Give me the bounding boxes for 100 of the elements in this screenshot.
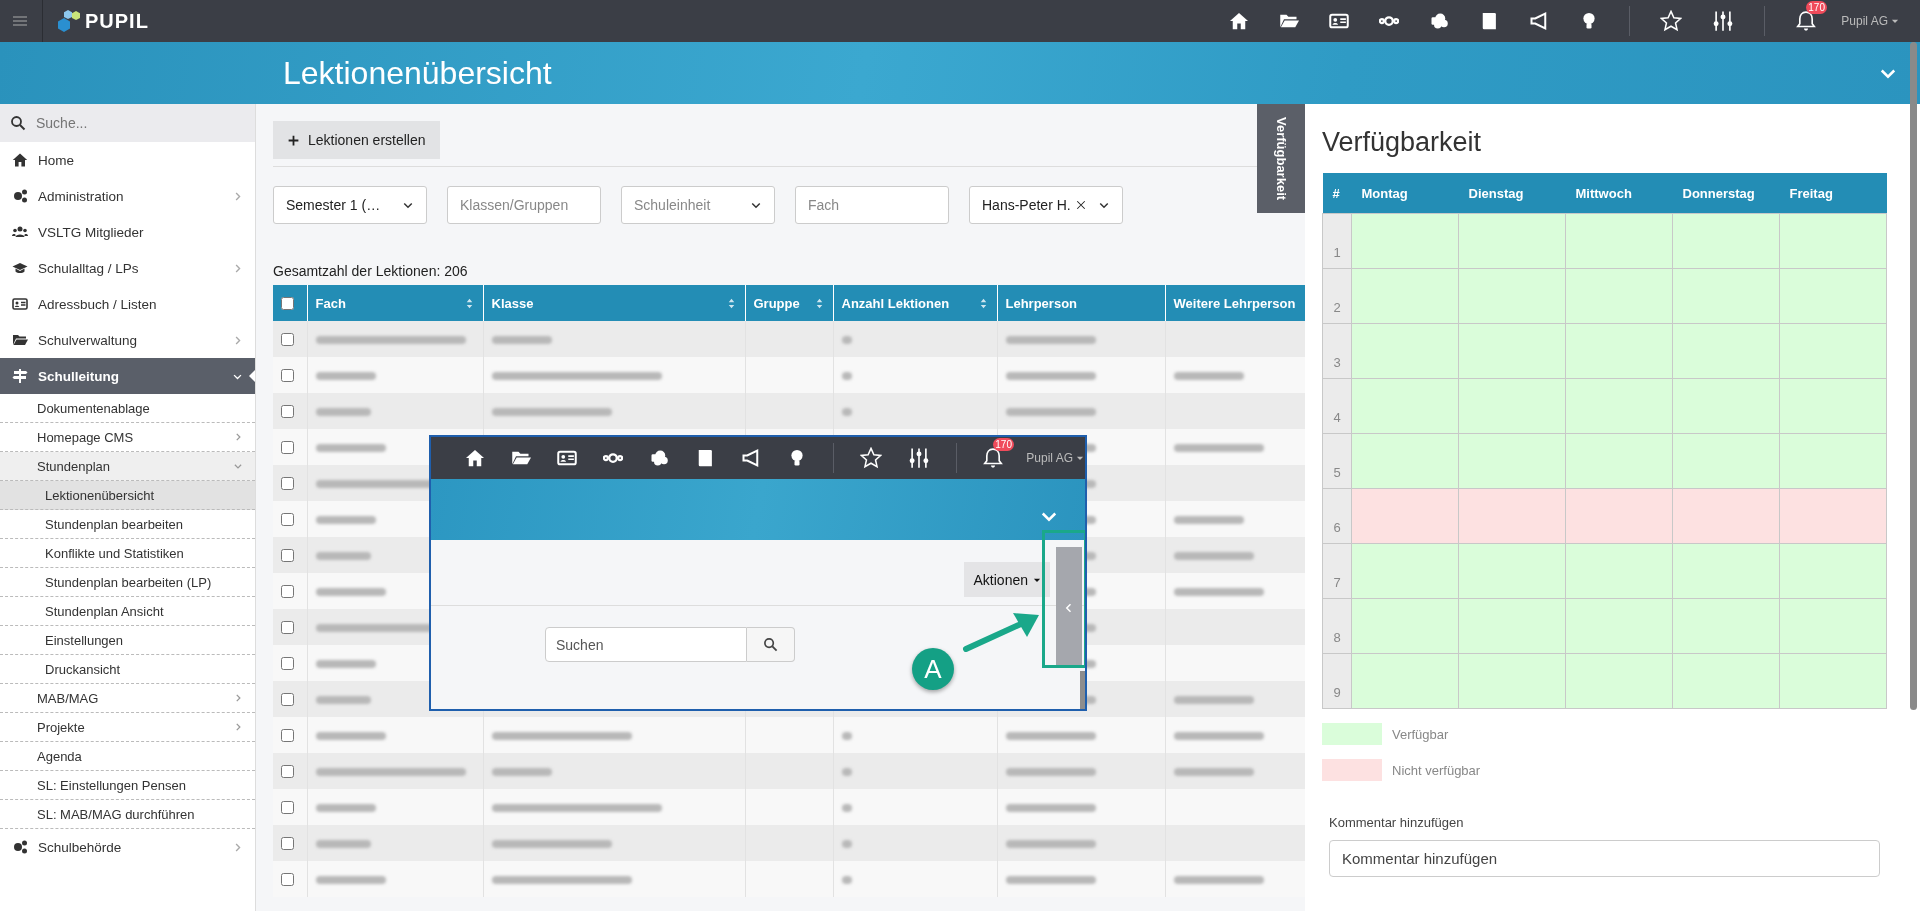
availability-cell[interactable] bbox=[1351, 543, 1459, 599]
clear-icon[interactable] bbox=[1074, 199, 1087, 211]
comment-field[interactable]: Kommentar hinzufügen bbox=[1329, 840, 1880, 877]
availability-cell[interactable] bbox=[1458, 653, 1566, 709]
sidebar-subitem[interactable]: Stundenplan bearbeiten (LP) bbox=[0, 568, 255, 597]
availability-cell[interactable] bbox=[1565, 598, 1673, 654]
scrollbar[interactable] bbox=[1080, 671, 1085, 709]
sliders-icon[interactable] bbox=[1712, 10, 1735, 32]
column-header[interactable]: Weitere Lehrperson bbox=[1165, 285, 1305, 321]
row-checkbox[interactable] bbox=[281, 512, 294, 526]
availability-cell[interactable] bbox=[1779, 213, 1887, 269]
cloud-icon[interactable] bbox=[649, 448, 669, 468]
row-checkbox[interactable] bbox=[281, 476, 294, 490]
row-checkbox[interactable] bbox=[281, 872, 294, 886]
sidebar-subitem[interactable]: Projekte bbox=[0, 713, 255, 742]
column-header[interactable]: Klasse bbox=[483, 285, 745, 321]
row-checkbox[interactable] bbox=[281, 548, 294, 562]
availability-cell[interactable] bbox=[1779, 653, 1887, 709]
sliders-icon[interactable] bbox=[907, 447, 930, 469]
availability-cell[interactable] bbox=[1458, 433, 1566, 489]
user-menu[interactable]: Pupil AG bbox=[1026, 451, 1085, 465]
star-icon[interactable] bbox=[1660, 10, 1683, 32]
row-checkbox[interactable] bbox=[281, 800, 294, 814]
search-field[interactable]: Suchen bbox=[545, 627, 747, 662]
availability-cell[interactable] bbox=[1565, 378, 1673, 434]
id-card-icon[interactable] bbox=[1329, 11, 1350, 31]
column-header[interactable]: Anzahl Lektionen bbox=[833, 285, 997, 321]
availability-cell[interactable] bbox=[1458, 543, 1566, 599]
sidebar-item[interactable]: Administration bbox=[0, 178, 255, 214]
availability-cell[interactable] bbox=[1779, 323, 1887, 379]
row-checkbox[interactable] bbox=[281, 692, 294, 706]
select-all-checkbox[interactable] bbox=[281, 296, 294, 310]
sidebar-item[interactable]: Adressbuch / Listen bbox=[0, 286, 255, 322]
home-icon[interactable] bbox=[1229, 11, 1250, 31]
sidebar-subitem[interactable]: Einstellungen bbox=[0, 626, 255, 655]
availability-cell[interactable] bbox=[1565, 653, 1673, 709]
availability-cell[interactable] bbox=[1351, 213, 1459, 269]
search-button[interactable] bbox=[747, 627, 795, 662]
row-checkbox[interactable] bbox=[281, 404, 294, 418]
sidebar-item[interactable]: Schulleitung bbox=[0, 358, 255, 394]
sidebar-subitem[interactable]: Stundenplan bearbeiten bbox=[0, 510, 255, 539]
sidebar-subitem[interactable]: SL: MAB/MAG durchführen bbox=[0, 800, 255, 829]
availability-cell[interactable] bbox=[1351, 653, 1459, 709]
sidebar-item[interactable]: Schulverwaltung bbox=[0, 322, 255, 358]
row-checkbox[interactable] bbox=[281, 728, 294, 742]
availability-cell[interactable] bbox=[1672, 268, 1780, 324]
availability-cell[interactable] bbox=[1351, 488, 1459, 544]
create-lessons-button[interactable]: Lektionen erstellen bbox=[273, 121, 440, 159]
scrollbar[interactable] bbox=[1910, 42, 1917, 710]
availability-cell[interactable] bbox=[1458, 598, 1566, 654]
megaphone-icon[interactable] bbox=[741, 448, 761, 468]
actions-button[interactable]: Aktionen bbox=[963, 562, 1050, 597]
availability-cell[interactable] bbox=[1458, 268, 1566, 324]
availability-cell[interactable] bbox=[1672, 433, 1780, 489]
cloud-icon[interactable] bbox=[1429, 11, 1450, 31]
availability-cell[interactable] bbox=[1351, 378, 1459, 434]
row-checkbox[interactable] bbox=[281, 368, 294, 382]
filter-select[interactable]: Semester 1 (… bbox=[273, 186, 427, 224]
sidebar-item[interactable]: Schulalltag / LPs bbox=[0, 250, 255, 286]
sidebar-item[interactable]: VSLTG Mitglieder bbox=[0, 214, 255, 250]
sidebar-subitem[interactable]: Stundenplan bbox=[0, 452, 255, 481]
sidebar-subitem[interactable]: Agenda bbox=[0, 742, 255, 771]
availability-cell[interactable] bbox=[1779, 488, 1887, 544]
sidebar-subitem[interactable]: Lektionenübersicht bbox=[0, 481, 255, 510]
availability-cell[interactable] bbox=[1351, 433, 1459, 489]
availability-cell[interactable] bbox=[1672, 653, 1780, 709]
filter-select[interactable]: Schuleinheit bbox=[621, 186, 775, 224]
availability-cell[interactable] bbox=[1565, 543, 1673, 599]
row-checkbox[interactable] bbox=[281, 836, 294, 850]
availability-cell[interactable] bbox=[1351, 268, 1459, 324]
availability-cell[interactable] bbox=[1779, 378, 1887, 434]
availability-cell[interactable] bbox=[1779, 543, 1887, 599]
column-header[interactable]: Fach bbox=[307, 285, 483, 321]
sidebar-subitem[interactable]: Konflikte und Statistiken bbox=[0, 539, 255, 568]
availability-cell[interactable] bbox=[1458, 488, 1566, 544]
row-checkbox[interactable] bbox=[281, 332, 294, 346]
column-header[interactable]: Gruppe bbox=[745, 285, 833, 321]
filter-select[interactable]: Hans-Peter H. bbox=[969, 186, 1123, 224]
sidebar-subitem[interactable]: SL: Einstellungen Pensen bbox=[0, 771, 255, 800]
search-bar[interactable]: Suche... bbox=[0, 104, 255, 142]
availability-cell[interactable] bbox=[1779, 268, 1887, 324]
availability-cell[interactable] bbox=[1672, 378, 1780, 434]
availability-cell[interactable] bbox=[1565, 433, 1673, 489]
availability-cell[interactable] bbox=[1779, 598, 1887, 654]
sidebar-subitem[interactable]: MAB/MAG bbox=[0, 684, 255, 713]
sidebar-item[interactable]: Home bbox=[0, 142, 255, 178]
collapse-tab[interactable] bbox=[1056, 547, 1082, 668]
filter-field[interactable]: Fach bbox=[795, 186, 949, 224]
sidebar-subitem[interactable]: Stundenplan Ansicht bbox=[0, 597, 255, 626]
id-card-icon[interactable] bbox=[557, 448, 577, 468]
availability-tab[interactable]: Verfügbarkeit bbox=[1257, 104, 1305, 213]
availability-cell[interactable] bbox=[1351, 598, 1459, 654]
availability-cell[interactable] bbox=[1565, 268, 1673, 324]
availability-cell[interactable] bbox=[1458, 323, 1566, 379]
availability-cell[interactable] bbox=[1565, 213, 1673, 269]
home-icon[interactable] bbox=[465, 448, 485, 468]
availability-cell[interactable] bbox=[1351, 323, 1459, 379]
column-header[interactable]: Lehrperson bbox=[997, 285, 1165, 321]
user-menu[interactable]: Pupil AG bbox=[1841, 14, 1900, 28]
bell-icon[interactable] bbox=[1795, 10, 1818, 32]
